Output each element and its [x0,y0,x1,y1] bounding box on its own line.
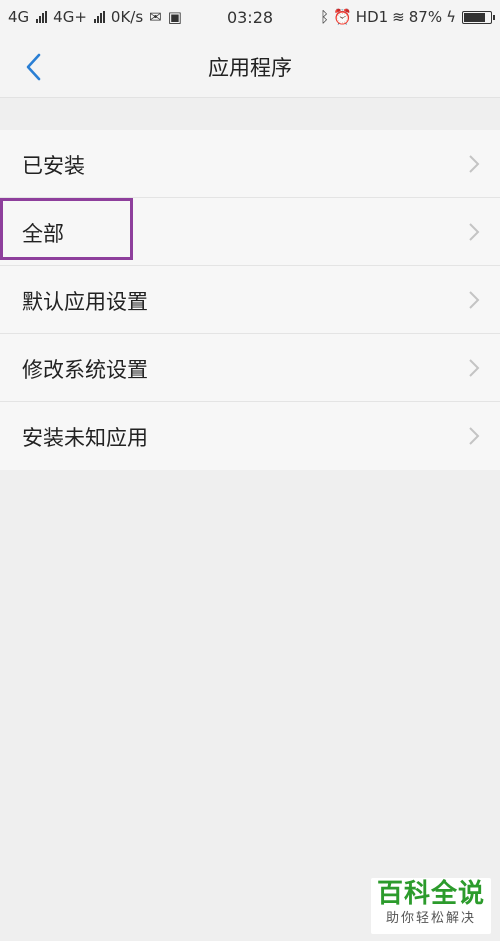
menu-item-default-apps[interactable]: 默认应用设置 [0,266,500,334]
chevron-right-icon [469,155,480,173]
menu-item-label: 修改系统设置 [22,358,148,382]
chevron-right-icon [469,359,480,377]
watermark-logo: 百科全说 助你轻松解决 [371,878,491,934]
watermark-subtitle: 助你轻松解决 [385,911,476,926]
alarm-icon: ⏰ [333,8,352,26]
charging-icon: ϟ [446,8,456,26]
battery-icon [462,10,495,24]
menu-item-label: 默认应用设置 [22,290,148,314]
chevron-right-icon [469,427,480,445]
chevron-right-icon [469,223,480,241]
menu-item-label: 安装未知应用 [22,426,148,450]
bluetooth-icon: ᛒ [320,8,330,26]
menu-item-modify-system-settings[interactable]: 修改系统设置 [0,334,500,402]
battery-percent: 87% [408,8,443,26]
menu-item-installed[interactable]: 已安装 [0,130,500,198]
menu-item-label: 全部 [22,222,64,246]
menu-item-all[interactable]: 全部 [0,198,500,266]
menu-item-label: 已安装 [22,154,85,178]
status-bar: 4G 4G+ 0K/s ✉ ▣ 03:28 ᛒ ⏰ HD1 ≋ 87% ϟ [0,0,500,34]
watermark-title: 百科全说 [376,879,485,909]
app-header: 应用程序 [0,34,500,98]
hd-label: HD1 [355,8,389,26]
wifi-icon: ≋ [392,8,405,26]
menu-item-install-unknown-apps[interactable]: 安装未知应用 [0,402,500,470]
chevron-right-icon [469,291,480,309]
settings-list: 已安装 全部 默认应用设置 修改系统设置 安装未知应用 [0,130,500,470]
page-title: 应用程序 [208,56,292,80]
